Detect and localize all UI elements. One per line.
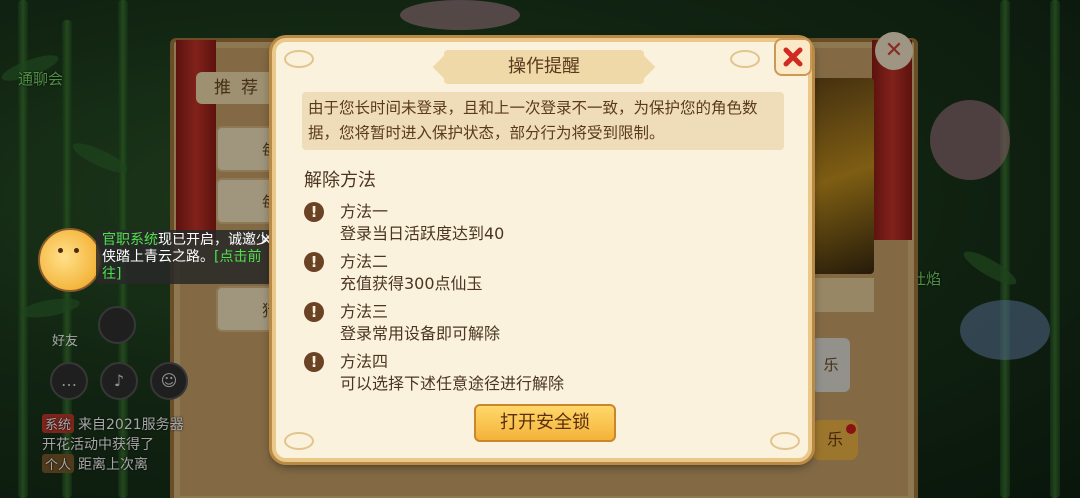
close-button[interactable] (774, 38, 812, 76)
section-title: 解除方法 (304, 170, 376, 191)
notification-box[interactable]: 官职系统现已开启，诚邀少侠踏上青云之路。[点击前往] ✕ (96, 230, 276, 284)
method-name: 方法三 (340, 302, 389, 321)
corner-ornament (730, 50, 760, 68)
exclamation-icon: ! (304, 202, 324, 222)
close-icon (783, 47, 803, 67)
method-desc: 登录常用设备即可解除 (340, 324, 501, 343)
method-name: 方法四 (340, 352, 389, 371)
open-security-lock-button[interactable]: 打开安全锁 (474, 404, 616, 442)
method-desc: 可以选择下述任意途径进行解除 (340, 374, 565, 393)
dialog-message: 由于您长时间未登录，且和上一次登录不一致，为保护您的角色数据，您将暂时进入保护状… (302, 92, 784, 150)
notification-highlight: 官职系统 (102, 232, 158, 248)
method-name: 方法一 (340, 202, 389, 221)
exclamation-icon: ! (304, 352, 324, 372)
corner-ornament (770, 432, 800, 450)
exclamation-icon: ! (304, 252, 324, 272)
operation-reminder-dialog: 操作提醒 由于您长时间未登录，且和上一次登录不一致，为保护您的角色数据，您将暂时… (272, 38, 812, 462)
method-desc: 充值获得300点仙玉 (340, 274, 483, 293)
method-desc: 登录当日活跃度达到40 (340, 224, 505, 243)
method-name: 方法二 (340, 252, 389, 271)
cat-avatar (38, 228, 102, 292)
dialog-title: 操作提醒 (444, 50, 644, 84)
corner-ornament (284, 50, 314, 68)
corner-ornament (284, 432, 314, 450)
system-notification[interactable]: 官职系统现已开启，诚邀少侠踏上青云之路。[点击前往] ✕ (38, 228, 278, 292)
exclamation-icon: ! (304, 302, 324, 322)
